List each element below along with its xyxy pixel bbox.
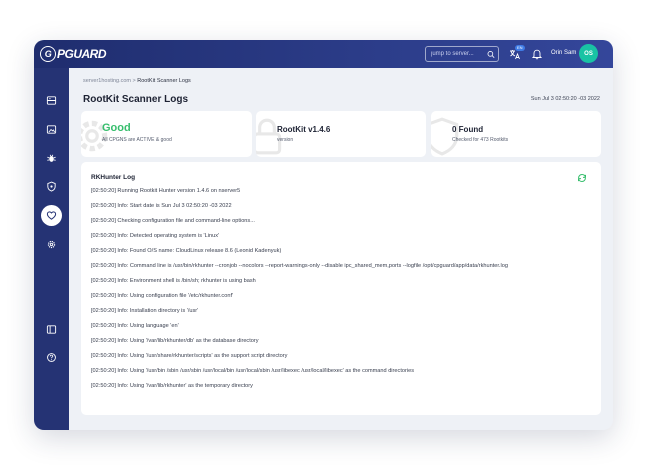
log-line: [02:50:20] Info: Environment shell is /b… [91,278,256,284]
breadcrumb-current: RootKit Scanner Logs [137,78,191,84]
page-date: Sun Jul 3 02:50:20 -03 2022 [530,96,600,102]
refresh-icon[interactable] [577,173,587,183]
version-sub: version [277,137,294,143]
log-title: RKHunter Log [91,174,136,181]
search-icon[interactable] [487,50,495,59]
breadcrumb: server1hosting.com > RootKit Scanner Log… [83,78,191,84]
log-line: [02:50:20] Checking configuration file a… [91,218,255,224]
log-lines: [02:50:20] Running Rootkit Hunter versio… [91,188,571,398]
sidebar-item-servers[interactable] [41,90,62,111]
breadcrumb-parent[interactable]: server1hosting.com [83,78,131,84]
sidebar-item-settings[interactable] [41,234,62,255]
log-line: [02:50:20] Info: Start date is Sun Jul 3… [91,203,232,209]
found-card: 0 Found Checked for 473 Rootkits [431,111,601,157]
image-icon [46,125,57,134]
log-line: [02:50:20] Info: Using language 'en' [91,323,179,329]
log-line: [02:50:20] Info: Using configuration fil… [91,293,234,299]
version-value: RootKit v1.4.6 [277,125,331,134]
found-value: 0 Found [452,125,484,134]
heart-shield-icon [46,211,57,220]
version-card: RootKit v1.4.6 version [256,111,426,157]
log-line: [02:50:20] Running Rootkit Hunter versio… [91,188,241,194]
log-line: [02:50:20] Info: Using '/usr/share/rkhun… [91,353,288,359]
status-value: Good [102,122,131,134]
logo-text: PGUARD [57,47,107,61]
sidebar-item-media[interactable] [41,119,62,140]
main-content: server1hosting.com > RootKit Scanner Log… [69,68,613,430]
shield-icon [431,117,459,156]
collapse-icon [46,325,57,334]
sidebar-item-rootkit[interactable] [41,205,62,226]
log-line: [02:50:20] Info: Installation directory … [91,308,199,314]
search-input[interactable] [431,51,487,57]
avatar[interactable]: OS [579,44,598,63]
page-title: RootKit Scanner Logs [83,94,189,105]
status-card: Good All CPGNS are ACTIVE & good [81,111,252,157]
log-line: [02:50:20] Info: Using '/var/lib/rkhunte… [91,383,253,389]
sidebar [34,68,69,430]
found-sub: Checked for 473 Rootkits [452,137,509,143]
shield-icon [47,181,56,192]
help-icon [47,353,56,362]
user-name[interactable]: Orin Sam [551,50,576,56]
server-search[interactable] [425,46,499,62]
sidebar-item-collapse[interactable] [41,319,62,340]
breadcrumb-separator: > [132,78,136,84]
lock-icon [256,118,282,155]
sidebar-item-help[interactable] [41,347,62,368]
status-sub: All CPGNS are ACTIVE & good [102,137,172,143]
logo[interactable]: G PGUARD [40,44,107,64]
gear-icon [47,240,56,249]
language-badge: EN [515,45,525,51]
log-line: [02:50:20] Info: Detected operating syst… [91,233,220,239]
top-bar: G PGUARD EN Orin Sam OS [34,40,613,68]
log-line: [02:50:20] Info: Found O/S name: CloudLi… [91,248,282,254]
sidebar-item-firewall[interactable] [41,176,62,197]
app-window: G PGUARD EN Orin Sam OS [34,40,613,430]
bug-icon [47,154,56,162]
log-line: [02:50:20] Info: Command line is /usr/bi… [91,263,508,269]
log-line: [02:50:20] Info: Using '/var/lib/rkhunte… [91,338,259,344]
server-icon [46,96,57,105]
sidebar-item-malware[interactable] [41,148,62,169]
logo-mark-icon: G [40,46,56,62]
log-panel: RKHunter Log [02:50:20] Running Rootkit … [81,162,601,415]
log-line: [02:50:20] Info: Using '/usr/bin /sbin /… [91,368,414,374]
bell-icon[interactable] [531,48,543,60]
